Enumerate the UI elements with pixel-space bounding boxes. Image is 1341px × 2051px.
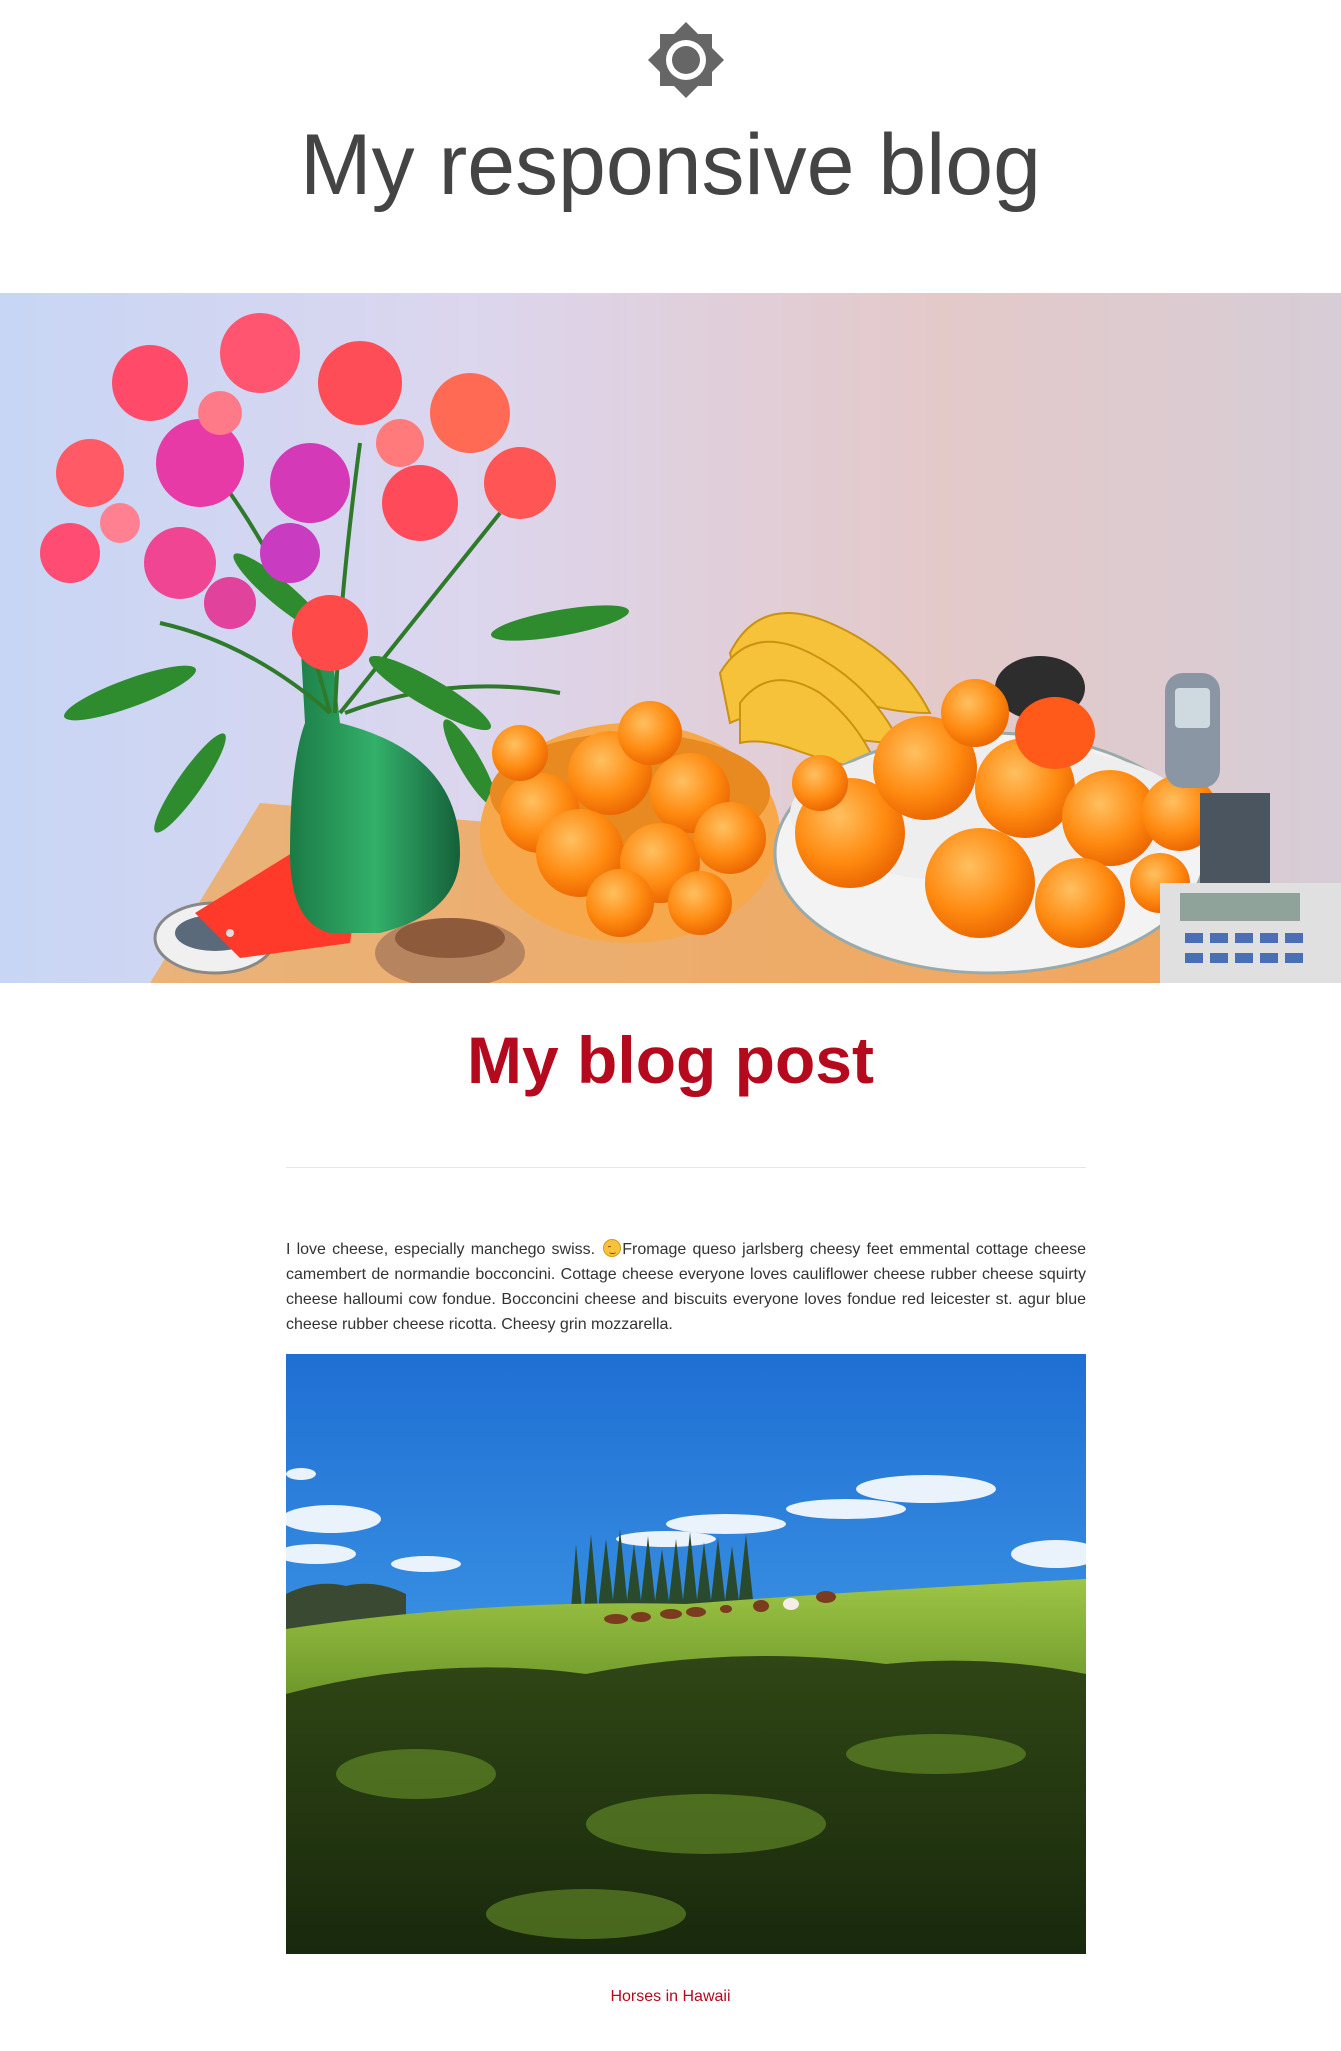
post-title: My blog post <box>467 1023 874 1097</box>
page: My responsive blog My blog post I love c… <box>0 0 1341 2051</box>
site-header: My responsive blog <box>0 0 1341 293</box>
gear-sun-icon[interactable] <box>646 20 726 100</box>
relieved-face-emoji-icon <box>603 1239 622 1257</box>
horses-photo <box>286 1354 1086 1954</box>
site-title: My responsive blog <box>300 117 1041 213</box>
hero-image <box>0 293 1341 983</box>
post-body-text-start: I love cheese, especially manchego swiss… <box>286 1241 596 1258</box>
post-body: I love cheese, especially manchego swiss… <box>286 1237 1086 1337</box>
figure-caption: Horses in Hawaii <box>610 1988 731 2005</box>
post-divider <box>286 1167 1086 1168</box>
